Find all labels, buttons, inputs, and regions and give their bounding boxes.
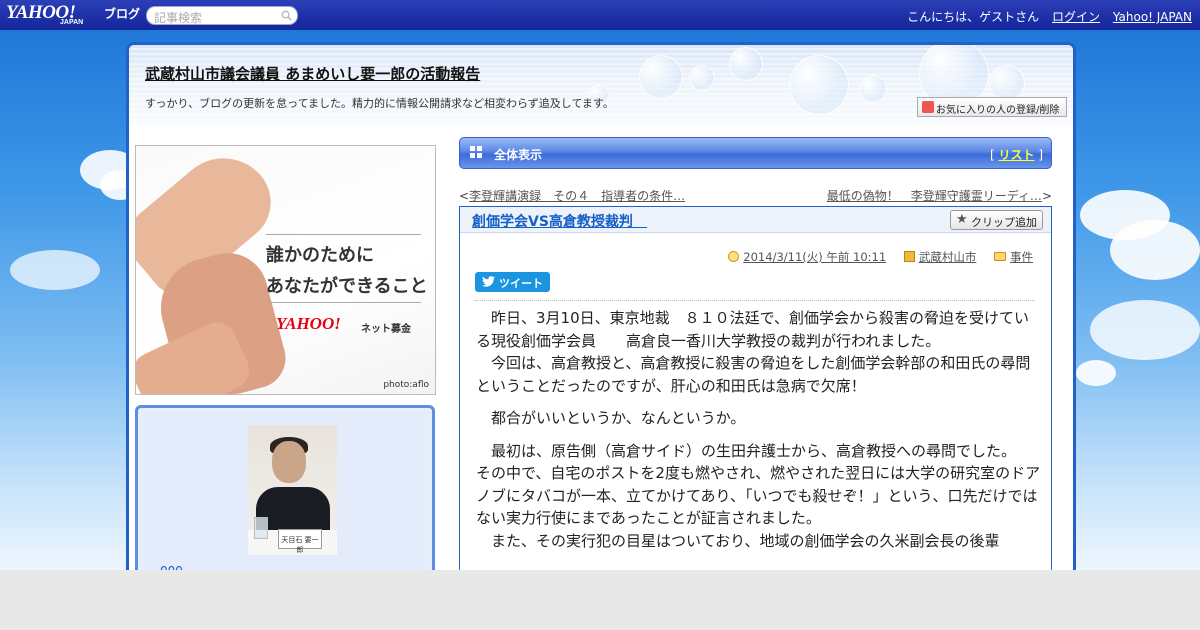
clock-icon [728, 251, 740, 262]
article-paragraph: 都合がいいというか、なんというか。 [476, 409, 746, 427]
article-date[interactable]: 2014/3/11(火) 午前 10:11 [743, 250, 886, 264]
star-icon: ★ [956, 212, 968, 227]
top-navigation-bar: YAHOO! JAPAN ブログ こんにちは、ゲストさん ログイン Yahoo!… [0, 0, 1200, 30]
banner-logo-suffix: ネット募金 [361, 324, 411, 335]
twitter-bird-icon [482, 276, 495, 287]
next-article: 最低の偽物！ 李登輝守護霊リーディ…> [826, 189, 1052, 203]
blog-description: すっかり、ブログの更新を怠ってました。精力的に情報公開請求など相変わらず追及して… [145, 97, 614, 110]
login-link[interactable]: ログイン [1052, 10, 1100, 24]
category-link-1[interactable]: 武蔵村山市 [919, 250, 977, 264]
article-body: 昨日、3月10日、東京地裁 ８１０法廷で、創価学会から殺害の脅迫を受けている現役… [476, 307, 1042, 559]
search-input[interactable] [154, 9, 279, 27]
article-title[interactable]: 創価学会VS高倉教授裁判 [472, 211, 647, 231]
greeting-text: こんにちは、ゲストさん [907, 10, 1040, 24]
user-links: こんにちは、ゲストさん ログイン Yahoo! JAPAN [907, 8, 1192, 25]
tweet-button[interactable]: ツイート [475, 272, 550, 292]
donation-banner[interactable]: 誰かのために あなたができること YAHOO! ネット募金 photo:aflo [135, 145, 436, 395]
category-icon [903, 251, 915, 262]
tweet-label: ツイート [499, 277, 543, 290]
article-header: 創価学会VS高倉教授裁判 ★ クリップ追加 [460, 207, 1051, 233]
blog-frame: 武蔵村山市議会議員 あまめいし要一郎の活動報告 すっかり、ブログの更新を怠ってま… [126, 42, 1076, 582]
blog-header: 武蔵村山市議会議員 あまめいし要一郎の活動報告 すっかり、ブログの更新を怠ってま… [129, 45, 1073, 125]
article-paragraph: 昨日、3月10日、東京地裁 ８１０法廷で、創価学会から殺害の脅迫を受けている現役… [476, 309, 1031, 395]
favorite-button-label: お気に入りの人の登録/削除 [936, 105, 1060, 116]
article: 創価学会VS高倉教授裁判 ★ クリップ追加 2014/3/11(火) 午前 10… [459, 206, 1052, 579]
name-plate: 天目石 要一郎 [278, 529, 322, 554]
banner-line-1: 誰かのために [266, 245, 374, 266]
clip-add-button[interactable]: ★ クリップ追加 [950, 210, 1043, 230]
search-icon[interactable] [281, 10, 292, 21]
article-meta: 2014/3/11(火) 午前 10:11 武蔵村山市 事件 [714, 249, 1033, 265]
yahoo-japan-link[interactable]: Yahoo! JAPAN [1113, 10, 1192, 24]
folder-icon [994, 252, 1006, 261]
blog-logo[interactable]: ブログ [104, 5, 140, 22]
previous-article-link[interactable]: 李登輝講演録 その４ 指導者の条件… [469, 189, 685, 203]
grid-view-icon [470, 146, 482, 158]
list-link[interactable]: リスト [998, 148, 1034, 162]
photo-credit: photo:aflo [383, 380, 429, 390]
clip-add-label: クリップ追加 [971, 216, 1037, 229]
favorite-icon [922, 101, 934, 113]
favorite-button[interactable]: お気に入りの人の登録/削除 [917, 97, 1067, 117]
blog-title[interactable]: 武蔵村山市議会議員 あまめいし要一郎の活動報告 [145, 63, 480, 84]
next-article-link[interactable]: 最低の偽物！ 李登輝守護霊リーディ… [827, 189, 1042, 203]
yahoo-logo-sub: JAPAN [60, 19, 84, 26]
list-toggle: [ リスト ] [989, 148, 1043, 162]
page-footer-area [0, 570, 1200, 630]
divider [475, 300, 1035, 301]
profile-box: 天目石 要一郎 000 [135, 405, 435, 579]
all-view-label[interactable]: 全体表示 [494, 146, 542, 163]
search-box [146, 6, 298, 27]
category-link-2[interactable]: 事件 [1010, 250, 1033, 264]
banner-line-2: あなたができること [266, 276, 428, 297]
article-navigation: <李登輝講演録 その４ 指導者の条件… 最低の偽物！ 李登輝守護霊リーディ…> [459, 187, 1052, 203]
banner-yahoo-logo: YAHOO! [276, 314, 341, 333]
avatar[interactable]: 天目石 要一郎 [248, 425, 337, 555]
article-paragraph: 最初は、原告側（高倉サイド）の生田弁護士から、高倉教授への尋問でした。 その中で… [476, 441, 1041, 550]
previous-article: <李登輝講演録 その４ 指導者の条件… [459, 189, 686, 203]
all-view-bar: 全体表示 [ リスト ] [459, 137, 1052, 169]
